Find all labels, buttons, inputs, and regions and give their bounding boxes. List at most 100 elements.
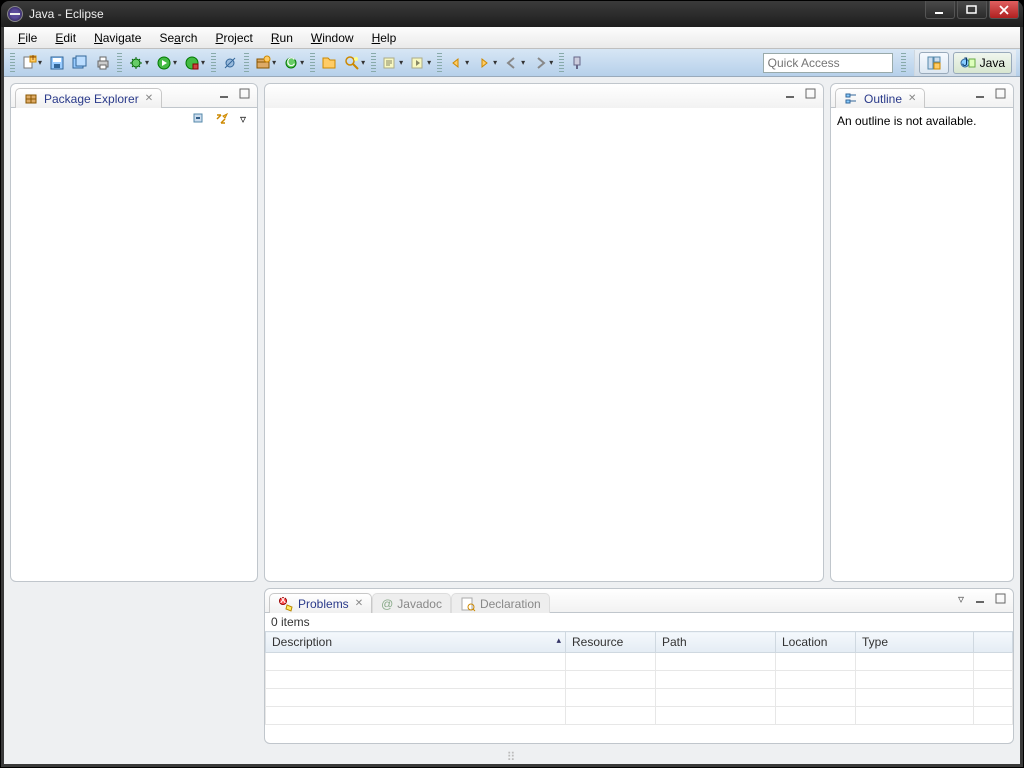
quick-access-input[interactable] (763, 53, 893, 73)
open-type-button[interactable] (318, 52, 340, 74)
col-path[interactable]: Path (656, 632, 776, 653)
tab-label: Declaration (480, 597, 541, 611)
new-package-button[interactable]: ▾ (252, 52, 279, 74)
table-row[interactable] (266, 671, 1013, 689)
toolbar-grip[interactable] (371, 53, 376, 73)
tab-package-explorer[interactable]: Package Explorer ✕ (15, 88, 162, 108)
menu-window[interactable]: Window (303, 29, 362, 47)
svg-text:J: J (962, 55, 968, 69)
pin-editor-button[interactable] (567, 52, 589, 74)
save-all-button[interactable] (69, 52, 91, 74)
col-resource[interactable]: Resource (566, 632, 656, 653)
editor-body[interactable] (265, 108, 823, 581)
svg-text:+: + (29, 55, 36, 64)
back-history-button[interactable]: ▾ (445, 52, 472, 74)
javadoc-icon: @ (381, 597, 393, 611)
col-description[interactable]: Description (266, 632, 566, 653)
menu-project[interactable]: Project (207, 29, 260, 47)
next-annotation-button[interactable]: ▾ (407, 52, 434, 74)
menu-file[interactable]: File (10, 29, 45, 47)
col-spacer[interactable] (973, 632, 1012, 653)
new-button[interactable]: +▾ (18, 52, 45, 74)
window-minimize-button[interactable] (925, 1, 955, 19)
outline-body: An outline is not available. (831, 108, 1013, 581)
toolbar-grip[interactable] (244, 53, 249, 73)
table-row[interactable] (266, 689, 1013, 707)
view-maximize-button[interactable] (803, 86, 819, 102)
problems-table[interactable]: Description Resource Path Location Type (265, 631, 1013, 725)
package-explorer-body[interactable] (11, 130, 257, 581)
toolbar-grip[interactable] (211, 53, 216, 73)
toolbar-grip[interactable] (117, 53, 122, 73)
collapse-all-button[interactable] (191, 111, 207, 127)
menu-edit[interactable]: Edit (47, 29, 84, 47)
main-toolbar: +▾ ▾ ▾ ▾ ▾ C▾ ▾ ▾ ▾ ▾ ▾ ▾ ▾ (4, 49, 1020, 77)
run-button[interactable]: ▾ (153, 52, 180, 74)
tab-label: Problems (298, 597, 349, 611)
package-icon (24, 91, 40, 107)
sash-grip-icon[interactable]: ⠿ (507, 750, 518, 764)
package-explorer-view: Package Explorer ✕ ▿ (10, 83, 258, 582)
debug-button[interactable]: ▾ (125, 52, 152, 74)
tab-problems[interactable]: x Problems ✕ (269, 593, 372, 613)
window-maximize-button[interactable] (957, 1, 987, 19)
menu-search[interactable]: Search (151, 29, 205, 47)
editor-area (264, 83, 824, 582)
titlebar[interactable]: Java - Eclipse (1, 1, 1023, 27)
tab-label: Javadoc (397, 597, 442, 611)
close-icon[interactable]: ✕ (145, 93, 153, 104)
view-maximize-button[interactable] (993, 86, 1009, 102)
java-perspective-button[interactable]: J Java (953, 52, 1012, 74)
view-menu-button[interactable]: ▿ (953, 591, 969, 607)
save-button[interactable] (46, 52, 68, 74)
problems-icon: x (278, 596, 294, 612)
nav-back-button[interactable]: ▾ (501, 52, 528, 74)
open-perspective-button[interactable] (919, 52, 949, 74)
window-close-button[interactable] (989, 1, 1019, 19)
toolbar-grip[interactable] (901, 53, 906, 73)
status-bar: ⠿ (4, 750, 1020, 764)
view-minimize-button[interactable] (217, 86, 233, 102)
perspective-label: Java (980, 56, 1005, 70)
menu-help[interactable]: Help (364, 29, 405, 47)
outline-empty-text: An outline is not available. (837, 114, 976, 128)
new-class-button[interactable]: C▾ (280, 52, 307, 74)
view-minimize-button[interactable] (973, 591, 989, 607)
print-button[interactable] (92, 52, 114, 74)
close-icon[interactable]: ✕ (908, 93, 916, 104)
table-row[interactable] (266, 653, 1013, 671)
toolbar-grip[interactable] (310, 53, 315, 73)
toolbar-grip[interactable] (437, 53, 442, 73)
search-button[interactable]: ▾ (341, 52, 368, 74)
col-location[interactable]: Location (776, 632, 856, 653)
menu-navigate[interactable]: Navigate (86, 29, 149, 47)
outline-view: Outline ✕ An outline is not available. (830, 83, 1014, 582)
tab-declaration[interactable]: Declaration (451, 593, 550, 613)
toolbar-grip[interactable] (559, 53, 564, 73)
table-row[interactable] (266, 707, 1013, 725)
run-last-button[interactable]: ▾ (181, 52, 208, 74)
view-minimize-button[interactable] (783, 86, 799, 102)
view-minimize-button[interactable] (973, 86, 989, 102)
col-type[interactable]: Type (856, 632, 974, 653)
view-maximize-button[interactable] (993, 591, 1009, 607)
view-maximize-button[interactable] (237, 86, 253, 102)
svg-text:C: C (287, 55, 296, 69)
nav-forward-button[interactable]: ▾ (529, 52, 556, 74)
forward-history-button[interactable]: ▾ (473, 52, 500, 74)
problems-view: x Problems ✕ @ Javadoc Declaration (264, 588, 1014, 744)
link-with-editor-button[interactable] (213, 111, 229, 127)
menu-run[interactable]: Run (263, 29, 301, 47)
problems-count: 0 items (265, 613, 1013, 631)
declaration-icon (460, 596, 476, 612)
svg-text:x: x (280, 596, 286, 606)
close-icon[interactable]: ✕ (355, 598, 363, 609)
menu-bar: File Edit Navigate Search Project Run Wi… (4, 27, 1020, 49)
outline-icon (844, 91, 860, 107)
tab-javadoc[interactable]: @ Javadoc (372, 593, 451, 613)
view-menu-button[interactable]: ▿ (235, 111, 251, 127)
tab-outline[interactable]: Outline ✕ (835, 88, 925, 108)
skip-breakpoints-button[interactable] (219, 52, 241, 74)
toolbar-grip[interactable] (10, 53, 15, 73)
toggle-annotation-button[interactable]: ▾ (379, 52, 406, 74)
